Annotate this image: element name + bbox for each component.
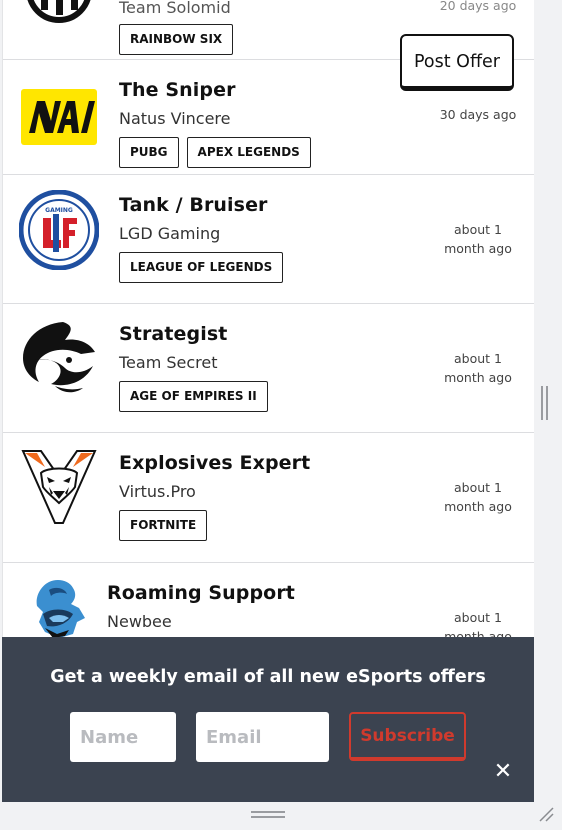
- lgd-logo: GAMING: [19, 190, 99, 270]
- game-tag[interactable]: LEAGUE OF LEGENDS: [119, 252, 284, 283]
- offer-title[interactable]: The Sniper: [119, 79, 236, 101]
- offer-team: Newbee: [107, 612, 172, 631]
- offer-posted: about 1 month ago: [444, 351, 512, 385]
- subscribe-button[interactable]: Subscribe: [349, 712, 466, 761]
- name-input[interactable]: [70, 712, 176, 762]
- bottom-bar: [0, 802, 562, 830]
- offer-posted: 20 days ago: [439, 0, 517, 13]
- offer-team: Team Secret: [119, 353, 218, 372]
- game-tag[interactable]: AGE OF EMPIRES II: [119, 381, 268, 412]
- offer-tags: RAINBOW SIX: [119, 24, 234, 55]
- drag-handle[interactable]: [251, 811, 285, 819]
- close-icon[interactable]: ✕: [492, 761, 514, 783]
- offer-team: LGD Gaming: [119, 224, 221, 243]
- scrollbar-grip[interactable]: [541, 386, 549, 420]
- game-tag[interactable]: FORTNITE: [119, 510, 208, 541]
- tsm-logo: [19, 0, 99, 40]
- offer-row[interactable]: Explosives Expert Virtus.Pro FORTNITE ab…: [3, 433, 534, 563]
- offer-tags: PUBG APEX LEGENDS: [119, 137, 311, 168]
- offer-team: Virtus.Pro: [119, 482, 196, 501]
- offer-row[interactable]: Strategist Team Secret AGE OF EMPIRES II…: [3, 304, 534, 433]
- email-input[interactable]: [196, 712, 329, 762]
- newbee-logo: [36, 580, 85, 638]
- offer-title[interactable]: Explosives Expert: [119, 452, 310, 474]
- resize-handle-icon[interactable]: [538, 806, 554, 822]
- game-tag[interactable]: PUBG: [119, 137, 179, 168]
- offer-row[interactable]: GAMING Tank / Bruiser LGD Gaming LEAGUE …: [3, 175, 534, 304]
- offer-posted: about 1 month ago: [444, 222, 512, 256]
- offer-team: Team Solomid: [119, 0, 231, 17]
- navi-logo: [21, 89, 97, 145]
- svg-text:GAMING: GAMING: [45, 207, 73, 214]
- newsletter-panel: Get a weekly email of all new eSports of…: [2, 637, 534, 802]
- secret-logo: [23, 322, 95, 393]
- offer-title[interactable]: Strategist: [119, 323, 227, 345]
- offer-title[interactable]: Roaming Support: [107, 582, 295, 604]
- offer-posted: 30 days ago: [439, 107, 517, 122]
- offer-title[interactable]: Tank / Bruiser: [119, 194, 268, 216]
- offer-posted: about 1 month ago: [444, 480, 512, 514]
- post-offer-button[interactable]: Post Offer: [400, 34, 514, 91]
- game-tag[interactable]: RAINBOW SIX: [119, 24, 234, 55]
- app-frame: Team Solomid RAINBOW SIX 20 days ago The…: [0, 0, 562, 830]
- game-tag[interactable]: APEX LEGENDS: [186, 137, 311, 168]
- newsletter-heading: Get a weekly email of all new eSports of…: [50, 667, 486, 687]
- offer-tags: FORTNITE: [119, 510, 208, 541]
- virtuspro-logo: [21, 450, 97, 524]
- offer-team: Natus Vincere: [119, 109, 231, 128]
- offer-tags: LEAGUE OF LEGENDS: [119, 252, 284, 283]
- offer-tags: AGE OF EMPIRES II: [119, 381, 268, 412]
